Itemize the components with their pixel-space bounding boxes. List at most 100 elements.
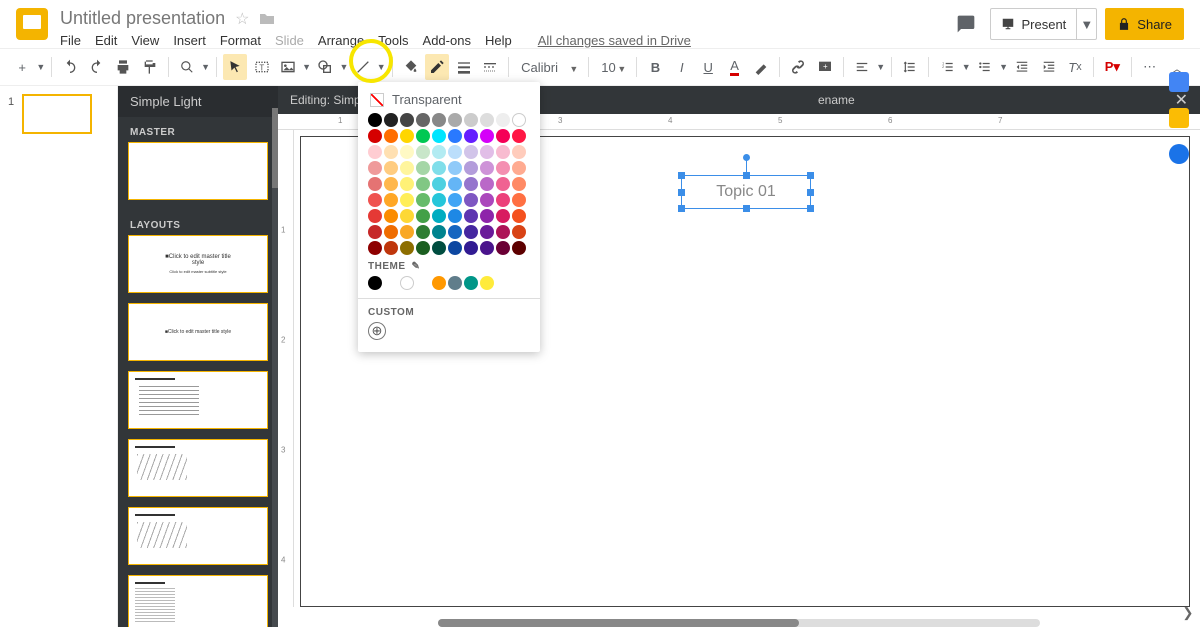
- more-button[interactable]: ⋯: [1137, 54, 1161, 80]
- color-swatch[interactable]: [480, 209, 494, 223]
- color-swatch[interactable]: [496, 145, 510, 159]
- color-swatch[interactable]: [448, 241, 462, 255]
- color-swatch[interactable]: [512, 177, 526, 191]
- color-swatch[interactable]: [432, 161, 446, 175]
- indent-decrease-button[interactable]: [1010, 54, 1034, 80]
- color-swatch[interactable]: [448, 113, 462, 127]
- clear-formatting-button[interactable]: Tx: [1063, 54, 1087, 80]
- select-tool[interactable]: [223, 54, 247, 80]
- show-side-panel-icon[interactable]: ❯: [1178, 603, 1198, 623]
- color-swatch[interactable]: [416, 177, 430, 191]
- line-spacing-button[interactable]: [898, 54, 922, 80]
- color-swatch[interactable]: [448, 145, 462, 159]
- color-swatch[interactable]: [480, 193, 494, 207]
- menu-addons[interactable]: Add-ons: [423, 33, 471, 48]
- color-swatch[interactable]: [416, 241, 430, 255]
- present-button[interactable]: Present: [991, 17, 1076, 32]
- color-swatch[interactable]: [416, 145, 430, 159]
- color-swatch[interactable]: [512, 193, 526, 207]
- color-swatch[interactable]: [400, 177, 414, 191]
- color-swatch[interactable]: [448, 129, 462, 143]
- color-swatch[interactable]: [448, 225, 462, 239]
- color-swatch[interactable]: [496, 129, 510, 143]
- zoom-dropdown[interactable]: ▼: [201, 62, 210, 72]
- menu-arrange[interactable]: Arrange: [318, 33, 364, 48]
- font-select[interactable]: Calibri▼: [515, 57, 582, 78]
- color-swatch[interactable]: [496, 225, 510, 239]
- selected-textbox[interactable]: Topic 01: [681, 175, 811, 209]
- color-swatch[interactable]: [384, 209, 398, 223]
- bulleted-list-dropdown[interactable]: ▼: [999, 62, 1008, 72]
- color-swatch[interactable]: [464, 241, 478, 255]
- placeholder-button[interactable]: P▾: [1100, 54, 1124, 80]
- color-swatch[interactable]: [416, 225, 430, 239]
- image-button[interactable]: [276, 54, 300, 80]
- color-swatch[interactable]: [464, 177, 478, 191]
- color-swatch[interactable]: [448, 193, 462, 207]
- color-swatch[interactable]: [400, 113, 414, 127]
- text-color-button[interactable]: A: [722, 54, 746, 80]
- color-swatch[interactable]: [496, 209, 510, 223]
- menu-edit[interactable]: Edit: [95, 33, 117, 48]
- menu-tools[interactable]: Tools: [378, 33, 408, 48]
- tasks-addon-icon[interactable]: [1169, 144, 1189, 164]
- color-swatch[interactable]: [384, 161, 398, 175]
- resize-handle[interactable]: [807, 205, 814, 212]
- color-swatch[interactable]: [448, 209, 462, 223]
- color-swatch[interactable]: [400, 225, 414, 239]
- zoom-button[interactable]: [175, 54, 199, 80]
- font-size-select[interactable]: 10▼: [595, 57, 630, 78]
- color-swatch[interactable]: [416, 193, 430, 207]
- resize-handle[interactable]: [807, 172, 814, 179]
- menu-format[interactable]: Format: [220, 33, 261, 48]
- comments-icon[interactable]: [950, 8, 982, 40]
- color-swatch[interactable]: [496, 113, 510, 127]
- insert-comment-button[interactable]: +: [812, 54, 836, 80]
- add-custom-color-button[interactable]: ⊕: [368, 322, 386, 340]
- menu-help[interactable]: Help: [485, 33, 512, 48]
- transparent-option[interactable]: Transparent: [368, 90, 530, 113]
- editing-banner-right[interactable]: ename: [818, 93, 855, 107]
- color-swatch[interactable]: [512, 161, 526, 175]
- bulleted-list-button[interactable]: [973, 54, 997, 80]
- color-swatch[interactable]: [432, 129, 446, 143]
- theme-swatch[interactable]: [480, 276, 494, 290]
- theme-swatch[interactable]: [448, 276, 462, 290]
- color-swatch[interactable]: [400, 193, 414, 207]
- numbered-list-dropdown[interactable]: ▼: [962, 62, 971, 72]
- resize-handle[interactable]: [678, 172, 685, 179]
- new-slide-dropdown[interactable]: ▼: [36, 62, 45, 72]
- color-swatch[interactable]: [512, 129, 526, 143]
- color-swatch[interactable]: [432, 177, 446, 191]
- resize-handle[interactable]: [807, 189, 814, 196]
- color-swatch[interactable]: [464, 113, 478, 127]
- color-swatch[interactable]: [480, 129, 494, 143]
- color-swatch[interactable]: [480, 225, 494, 239]
- color-swatch[interactable]: [368, 225, 382, 239]
- textbox-button[interactable]: T: [249, 54, 273, 80]
- line-dropdown[interactable]: ▼: [377, 62, 386, 72]
- line-button[interactable]: [350, 54, 374, 80]
- color-swatch[interactable]: [384, 113, 398, 127]
- border-weight-button[interactable]: [451, 54, 475, 80]
- image-dropdown[interactable]: ▼: [302, 62, 311, 72]
- color-swatch[interactable]: [368, 161, 382, 175]
- color-swatch[interactable]: [464, 161, 478, 175]
- calendar-addon-icon[interactable]: [1169, 72, 1189, 92]
- star-icon[interactable]: ☆: [235, 9, 249, 29]
- color-swatch[interactable]: [416, 161, 430, 175]
- layout-thumbnail[interactable]: [128, 507, 268, 565]
- color-swatch[interactable]: [416, 129, 430, 143]
- italic-button[interactable]: I: [670, 54, 694, 80]
- menu-insert[interactable]: Insert: [173, 33, 206, 48]
- new-slide-button[interactable]: +: [10, 54, 34, 80]
- resize-handle[interactable]: [678, 189, 685, 196]
- color-swatch[interactable]: [384, 193, 398, 207]
- color-swatch[interactable]: [400, 209, 414, 223]
- color-swatch[interactable]: [480, 177, 494, 191]
- layout-thumbnail[interactable]: ■Click to edit master title style Click …: [128, 235, 268, 293]
- color-swatch[interactable]: [368, 241, 382, 255]
- color-swatch[interactable]: [464, 193, 478, 207]
- color-swatch[interactable]: [480, 161, 494, 175]
- shape-dropdown[interactable]: ▼: [339, 62, 348, 72]
